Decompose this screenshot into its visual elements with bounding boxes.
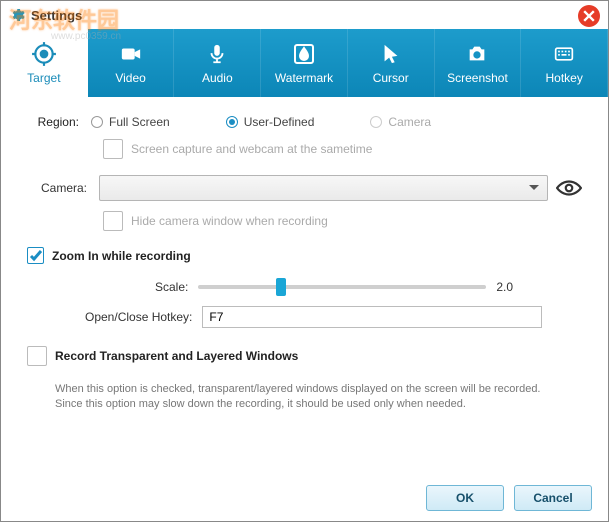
settings-icon <box>9 7 25 23</box>
scale-value: 2.0 <box>496 280 513 294</box>
watermark-icon <box>290 41 318 67</box>
checkbox-icon <box>27 247 44 264</box>
radio-camera: Camera <box>370 115 431 129</box>
close-button[interactable] <box>578 5 600 27</box>
cancel-button[interactable]: Cancel <box>514 485 592 511</box>
region-row: Region: Full Screen User-Defined Camera <box>27 115 582 129</box>
keyboard-icon <box>550 41 578 67</box>
tab-label: Video <box>115 71 145 85</box>
tab-cursor[interactable]: Cursor <box>348 29 435 97</box>
checkbox-icon <box>103 211 123 231</box>
hotkey-label: Open/Close Hotkey: <box>85 310 192 324</box>
tab-audio[interactable]: Audio <box>174 29 261 97</box>
cursor-icon <box>377 41 405 67</box>
content-panel: Region: Full Screen User-Defined Camera … <box>1 97 608 412</box>
checkbox-icon <box>27 346 47 366</box>
checkbox-icon <box>103 139 123 159</box>
tab-watermark[interactable]: Watermark <box>261 29 348 97</box>
hotkey-input[interactable] <box>202 306 542 328</box>
button-bar: OK Cancel <box>426 485 592 511</box>
video-icon <box>117 41 145 67</box>
camera-icon <box>463 41 491 67</box>
eye-icon[interactable] <box>556 178 582 198</box>
region-label: Region: <box>27 115 91 129</box>
tab-hotkey[interactable]: Hotkey <box>521 29 608 97</box>
checkbox-hide-camera: Hide camera window when recording <box>103 211 582 231</box>
window-title: Settings <box>31 8 82 23</box>
tab-label: Cursor <box>373 71 409 85</box>
tab-video[interactable]: Video <box>88 29 175 97</box>
scale-label: Scale: <box>155 280 188 294</box>
transparent-desc: When this option is checked, transparent… <box>55 382 582 412</box>
microphone-icon <box>203 41 231 67</box>
tab-bar: Target Video Audio Watermark Cursor Scre… <box>1 29 608 97</box>
close-icon <box>583 10 595 22</box>
scale-row: Scale: 2.0 <box>155 280 582 294</box>
titlebar: Settings <box>1 1 608 29</box>
radio-full-screen[interactable]: Full Screen <box>91 115 170 129</box>
tab-label: Watermark <box>275 71 333 85</box>
checkbox-zoom[interactable]: Zoom In while recording <box>27 247 582 264</box>
radio-user-defined[interactable]: User-Defined <box>226 115 315 129</box>
ok-button[interactable]: OK <box>426 485 504 511</box>
checkbox-transparent[interactable]: Record Transparent and Layered Windows <box>27 346 582 366</box>
tab-label: Target <box>27 71 60 85</box>
tab-label: Screenshot <box>447 71 508 85</box>
tab-screenshot[interactable]: Screenshot <box>435 29 522 97</box>
camera-row: Camera: <box>27 175 582 201</box>
tab-target[interactable]: Target <box>1 29 88 97</box>
target-icon <box>30 41 58 67</box>
tab-label: Hotkey <box>545 71 582 85</box>
tab-label: Audio <box>202 71 233 85</box>
checkbox-sametime: Screen capture and webcam at the sametim… <box>103 139 582 159</box>
camera-label: Camera: <box>27 181 91 195</box>
camera-select[interactable] <box>99 175 548 201</box>
hotkey-row: Open/Close Hotkey: <box>85 306 582 328</box>
scale-slider[interactable] <box>198 285 486 289</box>
